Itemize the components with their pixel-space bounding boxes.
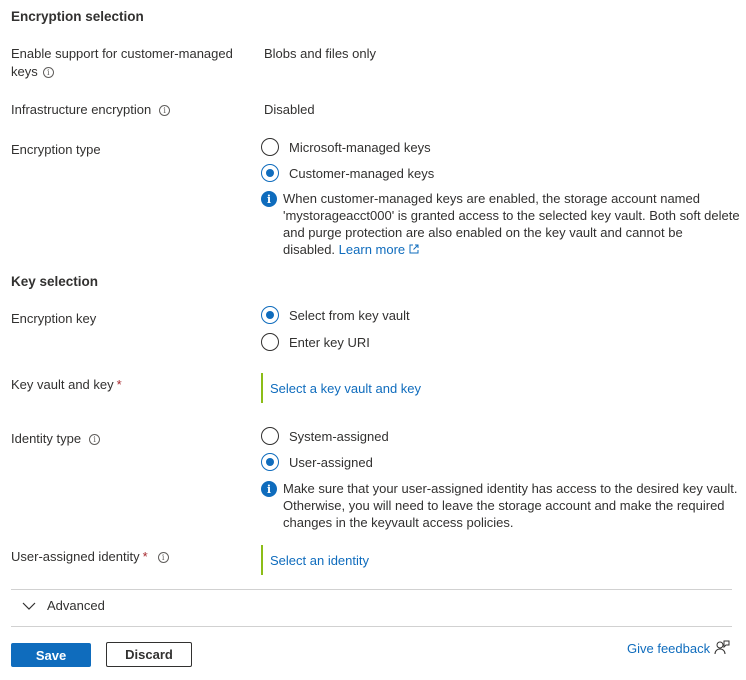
key-vault-label: Key vault and key * <box>11 377 122 392</box>
identity-info-text: Make sure that your user-assigned identi… <box>283 481 738 530</box>
save-button[interactable]: Save <box>11 643 91 667</box>
cmk-info-text: When customer-managed keys are enabled, … <box>283 191 740 257</box>
advanced-expander[interactable]: Advanced <box>22 598 105 613</box>
radio-circle[interactable] <box>261 333 279 351</box>
user-identity-label: User-assigned identity * i <box>11 548 169 566</box>
feedback-person-icon <box>714 640 730 655</box>
divider-bottom <box>11 626 732 627</box>
radio-select-from-key-vault[interactable]: Select from key vault <box>261 305 410 325</box>
radio-user-assigned[interactable]: User-assigned <box>261 452 389 472</box>
learn-more-link[interactable]: Learn more <box>339 242 419 257</box>
radio-enter-key-uri[interactable]: Enter key URI <box>261 332 410 352</box>
radio-customer-managed-keys[interactable]: Customer-managed keys <box>261 163 434 183</box>
info-filled-icon: i <box>261 481 277 497</box>
external-link-icon <box>409 244 419 254</box>
radio-microsoft-managed-keys[interactable]: Microsoft-managed keys <box>261 137 434 157</box>
info-icon[interactable]: i <box>89 434 101 446</box>
select-identity-link[interactable]: Select an identity <box>270 553 369 568</box>
radio-circle[interactable] <box>261 138 279 156</box>
cmk-info-note: i When customer-managed keys are enabled… <box>261 190 741 258</box>
info-icon[interactable]: i <box>157 552 169 564</box>
encryption-key-radio-group: Select from key vault Enter key URI <box>261 305 410 352</box>
radio-circle[interactable] <box>261 427 279 445</box>
radio-circle-selected[interactable] <box>261 164 279 182</box>
user-identity-picker: Select an identity <box>261 545 369 575</box>
key-section-title: Key selection <box>11 274 99 289</box>
identity-type-label: Identity type i <box>11 430 101 448</box>
cmk-support-label: Enable support for customer-managed keys… <box>11 46 233 79</box>
divider-top <box>11 589 732 590</box>
encryption-section-title: Encryption selection <box>11 9 144 24</box>
radio-system-assigned[interactable]: System-assigned <box>261 426 389 446</box>
encryption-type-radio-group: Microsoft-managed keys Customer-managed … <box>261 137 434 183</box>
info-icon[interactable]: i <box>159 105 171 117</box>
radio-circle-selected[interactable] <box>261 306 279 324</box>
radio-circle-selected[interactable] <box>261 453 279 471</box>
info-icon[interactable]: i <box>42 67 54 79</box>
infrastructure-encryption-value: Disabled <box>264 102 315 117</box>
select-key-vault-link[interactable]: Select a key vault and key <box>270 381 421 396</box>
cmk-support-value: Blobs and files only <box>264 46 377 61</box>
give-feedback-link[interactable]: Give feedback <box>627 640 730 656</box>
infrastructure-encryption-label: Infrastructure encryption i <box>11 101 171 119</box>
identity-info-note: i Make sure that your user-assigned iden… <box>261 480 743 531</box>
encryption-key-label: Encryption key <box>11 311 97 326</box>
discard-button[interactable]: Discard <box>106 642 192 667</box>
chevron-down-icon <box>22 602 36 610</box>
encryption-type-label: Encryption type <box>11 142 101 157</box>
info-filled-icon: i <box>261 191 277 207</box>
key-vault-picker: Select a key vault and key <box>261 373 421 403</box>
identity-type-radio-group: System-assigned User-assigned <box>261 426 389 472</box>
